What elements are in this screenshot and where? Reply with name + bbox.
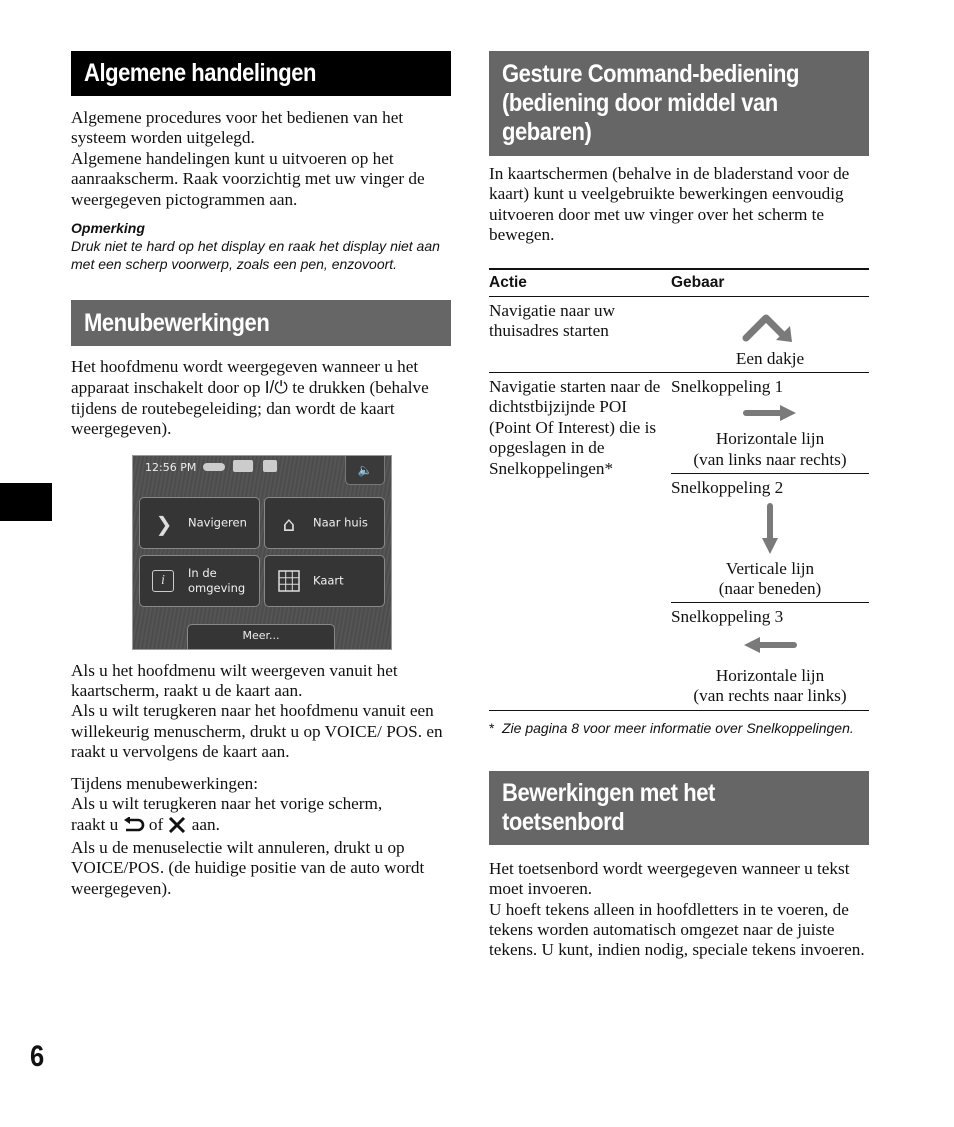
gesture-label: Een dakje (735, 348, 805, 368)
paragraph: Algemene handelingen kunt u uitvoeren op… (71, 148, 425, 209)
gesture-label: Verticale lijn (725, 558, 815, 578)
note-block: Opmerking Druk niet te hard op het displ… (71, 219, 451, 273)
paragraph: Het toetsenbord wordt weergegeven wannee… (489, 858, 850, 899)
paragraph: Als u wilt terugkeren naar het hoofdmenu… (71, 701, 443, 762)
screen-figure-wrap: 12:56 PM 🔈 ❯ Navigeren ⌂ Naar huis i In … (71, 454, 451, 655)
heading-toetsenbord: Bewerkingen met het toetsenbord (489, 770, 869, 845)
heading-menubewerkingen: Menubewerkingen (71, 300, 451, 347)
keyboard-text: Het toetsenbord wordt weergegeven wannee… (489, 859, 869, 961)
power-icon: I/⏻ (264, 377, 288, 398)
chevron-right-icon: ❯ (155, 511, 173, 536)
volume-button[interactable]: 🔈 (345, 455, 385, 485)
footnote-mark: * (489, 719, 495, 736)
traffic-icon (263, 459, 277, 472)
left-column: Algemene handelingen Algemene procedures… (71, 51, 451, 899)
grid-map-icon (277, 569, 301, 594)
heading-algemene-handelingen: Algemene handelingen (71, 51, 451, 96)
gesture-label: Horizontale lijn (715, 429, 825, 449)
footnote: * Zie pagina 8 voor meer informatie over… (489, 719, 869, 737)
paragraph: Algemene procedures voor het bedienen va… (71, 108, 404, 148)
info-icon: i (152, 569, 174, 592)
page-number: 6 (30, 1040, 45, 1073)
clock: 12:56 PM (145, 460, 197, 474)
note-body: Druk niet te hard op het display en raak… (71, 238, 440, 273)
roof-gesture-icon (671, 307, 869, 349)
meer-button[interactable]: Meer... (187, 623, 335, 649)
action-cell: Navigatie naar uw thuisadres starten (489, 296, 671, 374)
menu-button-kaart[interactable]: Kaart (264, 554, 385, 607)
column-header-actie: Actie (489, 267, 671, 297)
paragraph: Tijdens menubewerkingen: (71, 773, 258, 793)
shortcut-name: Snelkoppeling 3 (671, 607, 784, 627)
close-x-icon (167, 816, 187, 838)
house-icon: ⌂ (282, 511, 296, 536)
paragraph: Als u wilt terugkeren naar het vorige sc… (71, 794, 383, 814)
paragraph: raakt u of aan. (71, 815, 451, 838)
main-menu-screenshot: 12:56 PM 🔈 ❯ Navigeren ⌂ Naar huis i In … (132, 454, 392, 650)
action-cell: Navigatie starten naar de dichtstbijzijn… (489, 372, 671, 711)
heading-gesture-command: Gesture Command-bediening (bediening doo… (489, 51, 869, 156)
arrow-down-gesture-icon (671, 499, 869, 559)
speaker-icon: 🔈 (357, 462, 373, 477)
right-column: Gesture Command-bediening (bediening doo… (489, 51, 869, 961)
paragraph: Het hoofdmenu wordt weergegeven wanneer … (71, 357, 429, 439)
table-row: Navigatie naar uw thuisadres starten Een… (489, 296, 869, 374)
table-row: Navigatie starten naar de dichtstbijzijn… (489, 372, 869, 711)
menu-intro: Het hoofdmenu wordt weergegeven wanneer … (71, 357, 451, 440)
shortcut-name: Snelkoppeling 1 (671, 377, 784, 397)
back-arrow-icon (123, 815, 145, 838)
paragraph: Als u het hoofdmenu wilt weergeven vanui… (71, 660, 398, 701)
column-header-gebaar: Gebaar (671, 267, 869, 297)
gps-satellite-icon (203, 462, 225, 471)
menu-button-in-de-omgeving[interactable]: i In de omgeving (139, 554, 260, 607)
arrow-right-gesture-icon (671, 397, 869, 429)
gesture-label: (van rechts naar links) (693, 686, 847, 706)
gesture-label: (naar beneden) (718, 579, 822, 599)
chapter-tab-marker (0, 483, 52, 521)
note-title: Opmerking (71, 220, 145, 237)
paragraph: U hoeft tekens alleen in hoofdletters in… (489, 899, 865, 960)
menu-button-navigeren[interactable]: ❯ Navigeren (139, 496, 260, 549)
footnote-text: Zie pagina 8 voor meer informatie over S… (502, 719, 854, 736)
menu-button-naar-huis[interactable]: ⌂ Naar huis (264, 496, 385, 549)
gesture-label: (van links naar rechts) (693, 449, 847, 469)
section-general-text: Algemene procedures voor het bedienen va… (71, 108, 451, 210)
gesture-label: Horizontale lijn (715, 665, 825, 685)
arrow-left-gesture-icon (671, 628, 869, 662)
paragraph: Als u de menuselectie wilt annuleren, dr… (71, 837, 425, 898)
shortcut-name: Snelkoppeling 2 (671, 478, 784, 498)
battery-charging-icon (233, 459, 253, 472)
menu-body: Als u het hoofdmenu wilt weergeven vanui… (71, 661, 451, 899)
gesture-table: Actie Gebaar Navigatie naar uw thuisadre… (489, 267, 869, 711)
gesture-intro: In kaartschermen (behalve in de bladerst… (489, 164, 850, 245)
